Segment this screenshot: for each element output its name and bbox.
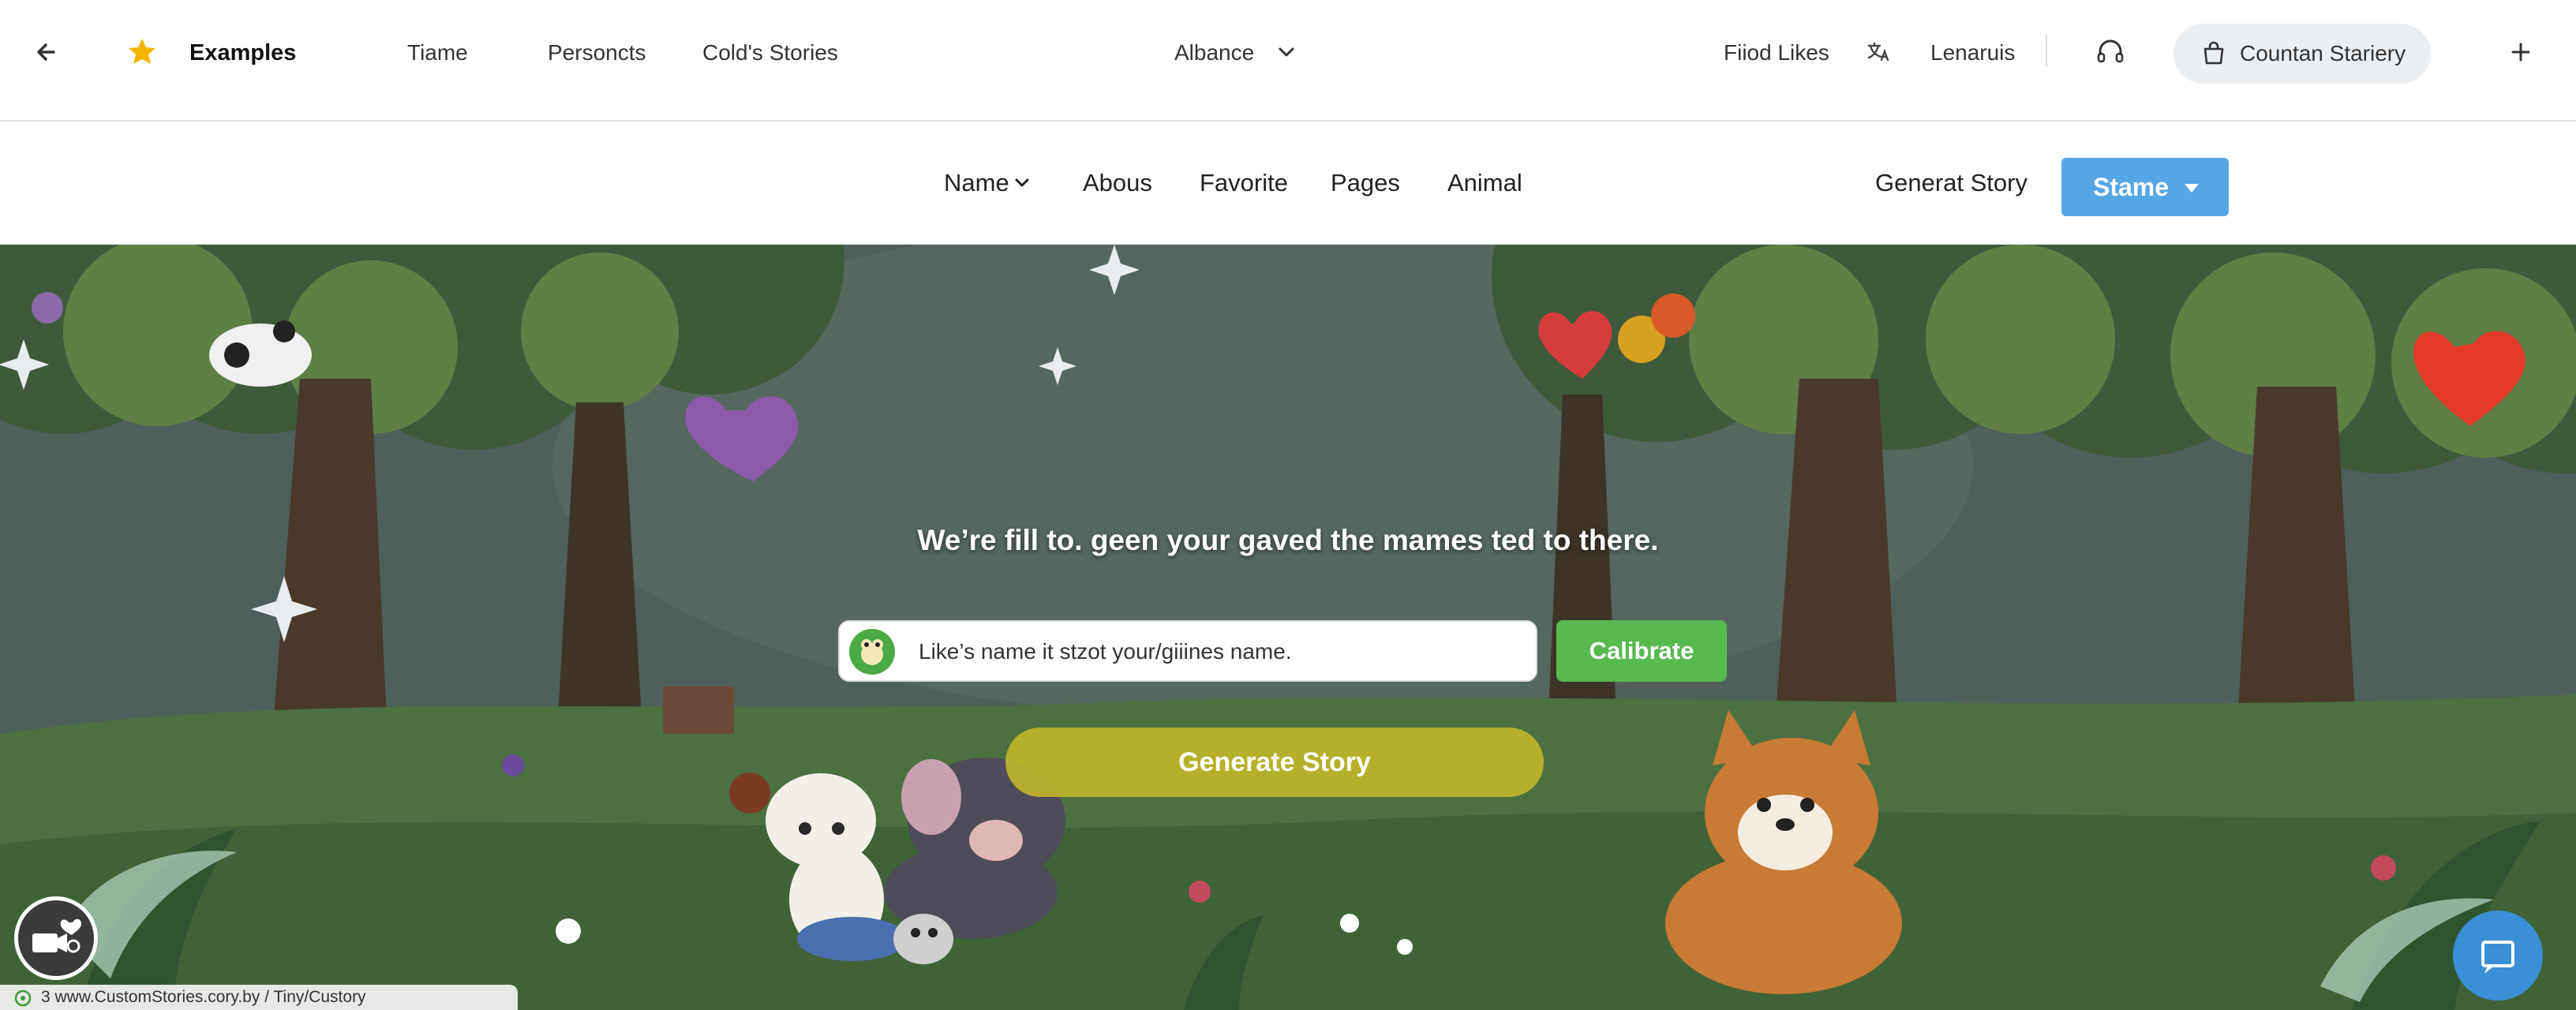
stame-button-label: Stame	[2093, 173, 2170, 201]
star-icon[interactable]	[125, 35, 159, 69]
nav-item-favorite[interactable]: Favorite	[1200, 167, 1288, 199]
status-url-bar: 3 www.CustomStories.cory.by / Tiny/Custo…	[0, 985, 518, 1010]
nav-item-abous[interactable]: Abous	[1083, 167, 1152, 199]
chevron-down-icon[interactable]	[1269, 35, 1304, 69]
chat-icon	[2481, 941, 2514, 974]
tab-colds-stories[interactable]: Cold's Stories	[702, 38, 838, 68]
stame-button[interactable]: Stame	[2061, 158, 2229, 216]
find-likes-link[interactable]: Fiiod Likes	[1724, 38, 1829, 68]
hero-banner: We’re fill to. geen your gaved the mames…	[0, 245, 2576, 1010]
divider	[2046, 35, 2047, 66]
user-link[interactable]: Lenaruis	[1930, 38, 2015, 68]
albance-dropdown[interactable]: Albance	[1174, 38, 1254, 68]
generate-story-button[interactable]: Generate Story	[1005, 728, 1544, 797]
nav-item-pages[interactable]: Pages	[1331, 167, 1400, 199]
tab-tiame[interactable]: Tiame	[407, 38, 468, 68]
video-chat-icon[interactable]	[14, 896, 98, 980]
status-url-text: 3 www.CustomStories.cory.by / Tiny/Custo…	[41, 988, 366, 1006]
name-search-input[interactable]	[919, 636, 1518, 668]
chat-button[interactable]	[2453, 911, 2543, 1001]
top-bar: Examples Tiame Personcts Cold's Stories …	[0, 0, 2576, 122]
name-search-box[interactable]	[838, 620, 1537, 682]
generate-story-link[interactable]: Generat Story	[1875, 167, 2027, 199]
hero-headline: We’re fill to. geen your gaved the mames…	[917, 524, 1659, 556]
caret-down-icon	[2185, 184, 2199, 193]
generate-story-button-label: Generate Story	[1178, 747, 1371, 777]
chevron-down-icon[interactable]	[1013, 177, 1031, 189]
plus-icon[interactable]	[2503, 35, 2538, 69]
frog-avatar-icon	[849, 629, 895, 675]
calibrate-button[interactable]: Calibrate	[1556, 620, 1727, 682]
account-button[interactable]: Countan Stariery	[2174, 24, 2431, 84]
globe-icon	[14, 989, 32, 1007]
page-title: Examples	[189, 40, 297, 65]
back-arrow-icon[interactable]	[30, 35, 65, 69]
headset-icon[interactable]	[2093, 35, 2128, 69]
nav-item-animal[interactable]: Animal	[1447, 167, 1522, 199]
nav-item-name[interactable]: Name	[944, 167, 1009, 199]
account-button-label: Countan Stariery	[2240, 41, 2406, 65]
bag-icon	[2199, 38, 2229, 68]
site-nav: Name Abous Favorite Pages Animal Generat…	[0, 123, 2576, 245]
calibrate-button-label: Calibrate	[1589, 637, 1694, 664]
translate-icon[interactable]	[1861, 35, 1896, 69]
tab-personcts[interactable]: Personcts	[548, 38, 646, 68]
